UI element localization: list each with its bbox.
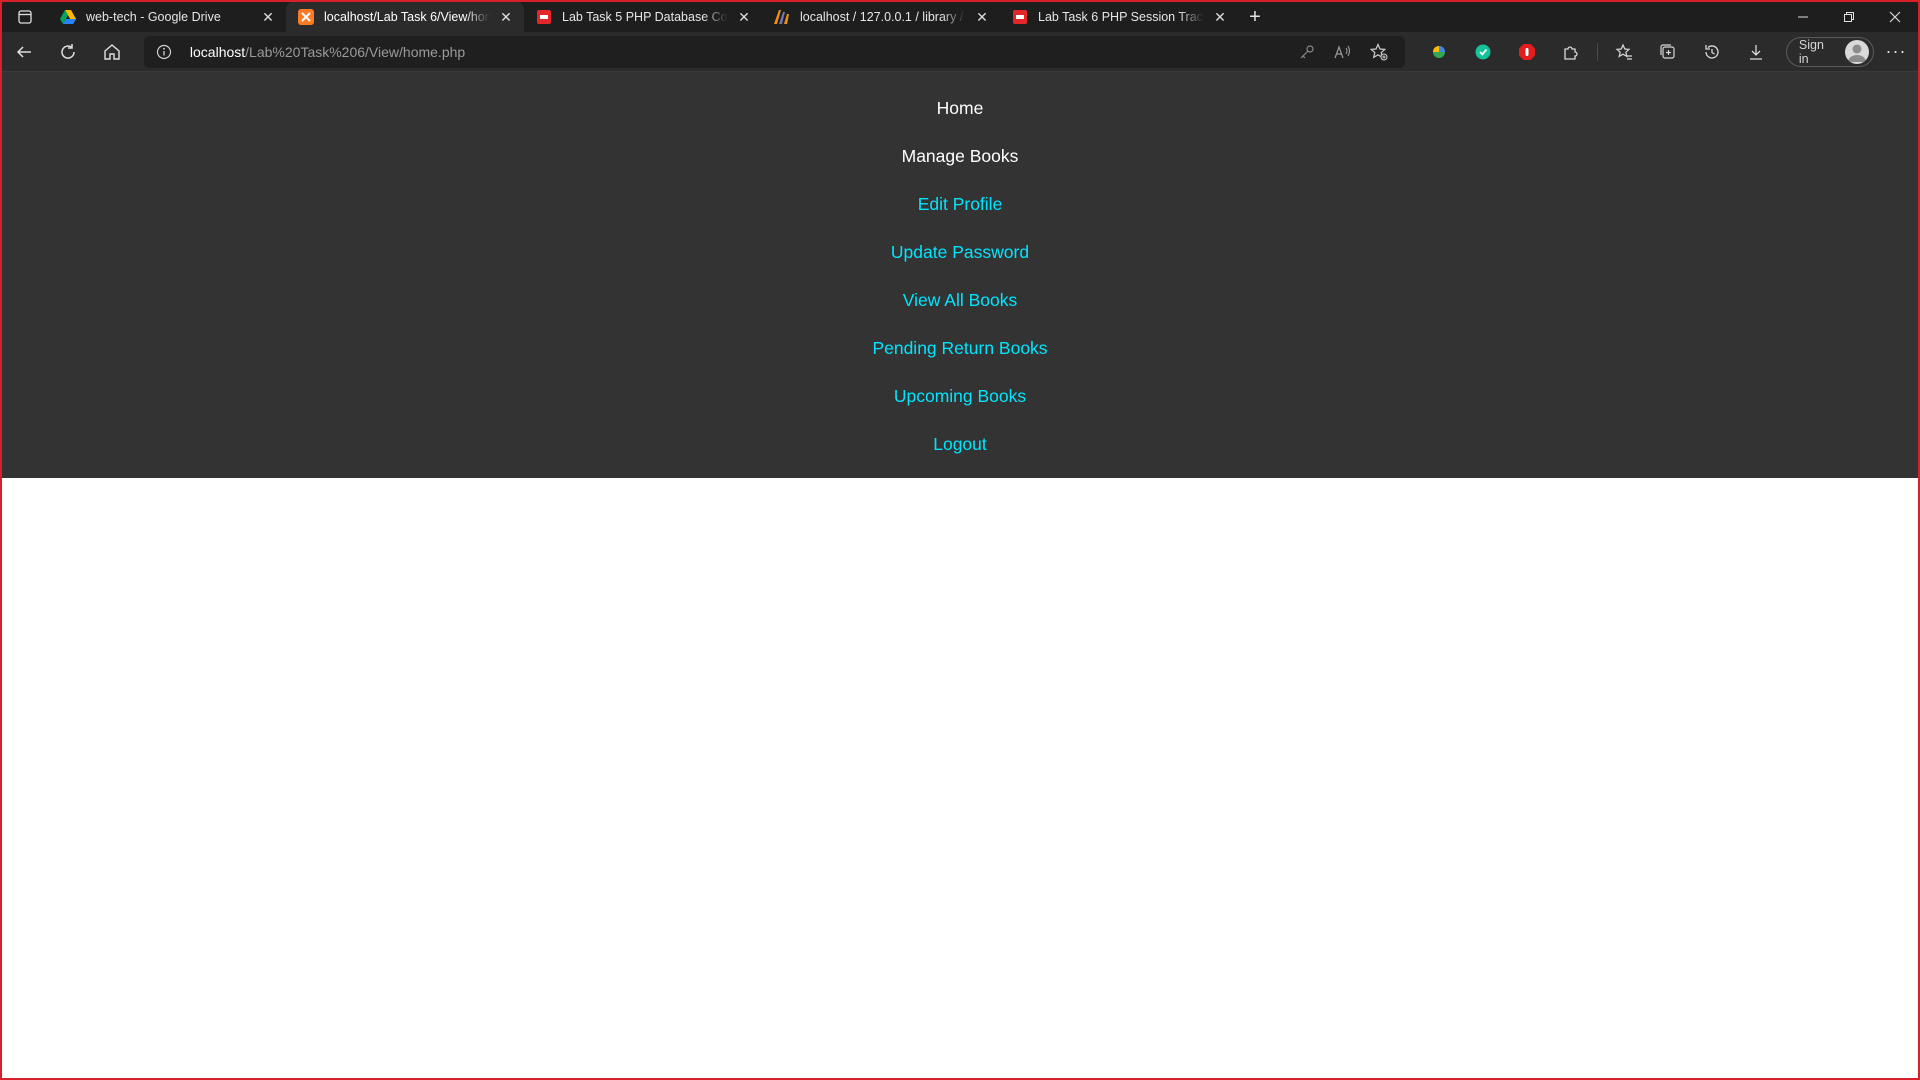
toolbar-separator [1596, 42, 1598, 61]
avatar-icon [1845, 39, 1870, 64]
tab-phpmyadmin[interactable]: localhost / 127.0.0.1 / library / lib ✕ [762, 2, 1000, 32]
back-arrow-icon [16, 45, 31, 58]
nav-link-view-all-books[interactable]: View All Books [903, 276, 1017, 324]
nav-link-upcoming-books[interactable]: Upcoming Books [894, 372, 1026, 420]
tab-lab-task-6[interactable]: Lab Task 6 PHP Session Tracking ✕ [1000, 2, 1238, 32]
web-page: Home Manage Books Edit Profile Update Pa… [2, 72, 1918, 1078]
extensions-puzzle-icon[interactable] [1549, 36, 1593, 68]
nav-link-update-password[interactable]: Update Password [891, 228, 1029, 276]
address-bar[interactable]: localhost/Lab%20Task%206/View/home.php [143, 35, 1405, 68]
home-icon [104, 43, 120, 60]
extension-google-icon[interactable] [1417, 36, 1461, 68]
plus-icon: + [1249, 5, 1261, 28]
restore-icon [1844, 12, 1854, 22]
tab-strip: web-tech - Google Drive ✕ localhost/Lab … [2, 2, 1918, 32]
add-favorite-icon[interactable] [1365, 38, 1393, 66]
refresh-icon [61, 43, 75, 59]
tab-title: Lab Task 5 PHP Database Connection [562, 10, 728, 24]
address-bar-actions [1293, 38, 1393, 66]
nav-link-edit-profile[interactable]: Edit Profile [918, 180, 1003, 228]
browser-toolbar: localhost/Lab%20Task%206/View/home.php S… [2, 32, 1918, 72]
new-tab-button[interactable]: + [1238, 2, 1272, 32]
more-options-icon: ··· [1885, 41, 1907, 61]
tab-home-php[interactable]: localhost/Lab Task 6/View/home.php ✕ [286, 2, 524, 32]
tab-google-drive[interactable]: web-tech - Google Drive ✕ [48, 2, 286, 32]
extension-grammarly-icon[interactable] [1461, 36, 1505, 68]
xampp-icon [298, 9, 314, 25]
nav-link-logout[interactable]: Logout [933, 420, 987, 468]
favorites-icon[interactable] [1602, 36, 1646, 68]
extension-adblock-icon[interactable] [1505, 36, 1549, 68]
downloads-icon[interactable] [1734, 36, 1778, 68]
pdf-icon [536, 9, 552, 25]
history-icon[interactable] [1690, 36, 1734, 68]
window-controls [1780, 2, 1918, 32]
key-icon[interactable] [1293, 38, 1321, 66]
close-icon[interactable]: ✕ [1210, 7, 1230, 27]
tab-title: Lab Task 6 PHP Session Tracking [1038, 10, 1204, 24]
minimize-icon [1798, 16, 1808, 18]
tab-actions-button[interactable] [2, 2, 48, 32]
sign-in-button[interactable]: Sign in [1785, 36, 1875, 67]
browser-window: web-tech - Google Drive ✕ localhost/Lab … [0, 0, 1920, 1080]
sign-in-label: Sign in [1798, 37, 1824, 66]
main-navigation: Home Manage Books Edit Profile Update Pa… [2, 72, 1918, 478]
tab-title: localhost/Lab Task 6/View/home.php [324, 10, 490, 24]
tab-title: localhost / 127.0.0.1 / library / lib [800, 10, 966, 24]
restore-button[interactable] [1826, 2, 1872, 32]
minimize-button[interactable] [1780, 2, 1826, 32]
url-path: /Lab%20Task%206/View/home.php [245, 43, 466, 60]
google-drive-icon [60, 9, 76, 25]
close-icon[interactable]: ✕ [496, 7, 516, 27]
read-aloud-icon[interactable] [1329, 38, 1357, 66]
home-button[interactable] [90, 36, 134, 68]
close-window-button[interactable] [1872, 2, 1918, 32]
extensions-area [1417, 36, 1778, 68]
tab-actions-icon [18, 10, 32, 24]
refresh-button[interactable] [46, 36, 90, 68]
pdf-icon [1012, 9, 1028, 25]
close-icon[interactable]: ✕ [734, 7, 754, 27]
nav-link-manage-books[interactable]: Manage Books [902, 132, 1019, 180]
phpmyadmin-icon [774, 9, 790, 25]
tab-title: web-tech - Google Drive [86, 10, 221, 24]
close-icon[interactable]: ✕ [972, 7, 992, 27]
nav-link-pending-return-books[interactable]: Pending Return Books [872, 324, 1047, 372]
collections-icon[interactable] [1646, 36, 1690, 68]
back-button[interactable] [2, 36, 46, 68]
nav-link-home[interactable]: Home [937, 84, 984, 132]
close-icon [1889, 11, 1901, 23]
tab-lab-task-5[interactable]: Lab Task 5 PHP Database Connection ✕ [524, 2, 762, 32]
close-icon[interactable]: ✕ [258, 7, 278, 27]
url-host: localhost [189, 43, 246, 60]
info-icon[interactable] [156, 44, 176, 60]
more-options-button[interactable]: ··· [1874, 41, 1918, 62]
